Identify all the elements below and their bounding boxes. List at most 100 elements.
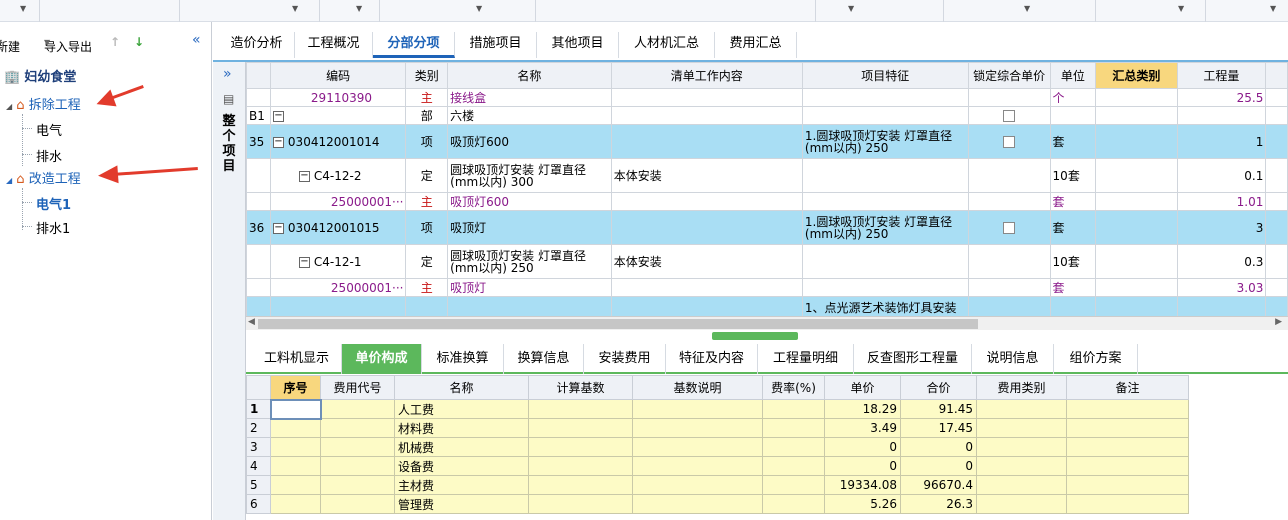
table-row[interactable]: B1 − 部 六楼 [246,106,1288,125]
move-up-icon[interactable]: ↑ [110,35,120,49]
table-row[interactable]: 35 −030412001014 项 吸顶灯600 1.圆球吸顶灯安装 灯罩直径… [246,124,1288,159]
toolbar-segment[interactable]: ▼ [816,0,944,22]
header-calc-base[interactable]: 计算基数 [528,375,633,400]
table-row[interactable]: 36 −030412001015 项 吸顶灯 1.圆球吸顶灯安装 灯罩直径(mm… [246,210,1288,245]
toolbar-segment[interactable]: ▼ [320,0,380,22]
table-row[interactable]: − C4-12-1 定 圆球吸顶灯安装 灯罩直径(mm以内) 250 本体安装 1… [246,244,1288,279]
header-type[interactable]: 类别 [405,62,449,89]
tab-labor-material-summary[interactable]: 人材机汇总 [619,32,715,58]
seq-cell[interactable] [269,398,322,420]
tree-item-drainage[interactable]: 排水 [36,146,62,165]
header-quantity[interactable]: 工程量 [1176,62,1267,89]
caret-down-icon: ▼ [0,38,2,47]
collapse-icon[interactable]: − [272,136,284,148]
code-cell[interactable]: −030412001015 [269,210,407,245]
header-total-price[interactable]: 合价 [900,375,977,400]
header-feature[interactable]: 项目特征 [801,62,969,89]
tab-graphic-quantity[interactable]: 反查图形工程量 [854,344,972,374]
collapse-panel-icon[interactable]: « [192,32,201,48]
header-fee-code[interactable]: 费用代号 [320,375,395,400]
expand-panel-icon[interactable]: » [223,66,232,82]
code-cell[interactable]: − C4-12-2 [269,158,407,193]
table-row[interactable]: 25000001··· 主 吸顶灯600 套 1.01 [246,192,1288,211]
collapse-icon[interactable]: − [272,222,284,234]
lock-price-checkbox[interactable] [1003,110,1016,122]
tab-sub-items[interactable]: 分部分项 [373,32,455,58]
table-row[interactable]: − C4-12-2 定 圆球吸顶灯安装 灯罩直径(mm以内) 300 本体安装 1… [246,158,1288,193]
scroll-right-icon[interactable]: ▶ [1275,317,1282,327]
tab-measures[interactable]: 措施项目 [455,32,537,58]
tab-features-content[interactable]: 特征及内容 [666,344,758,374]
code-cell[interactable]: −030412001014 [269,124,407,159]
collapse-icon[interactable]: − [298,170,310,182]
table-row[interactable]: 2 材料费 3.49 17.45 [246,418,1189,438]
header-fee-name[interactable]: 名称 [394,375,529,400]
toolbar-segment[interactable]: ▼ [0,0,40,22]
toolbar-segment[interactable]: ▼ [1096,0,1206,22]
toolbar-segment[interactable] [536,0,816,22]
table-row[interactable]: 6 管理费 5.26 26.3 [246,494,1189,514]
toolbar-segment[interactable]: ▼ [944,0,1096,22]
unit-price-grid: 序号 费用代号 名称 计算基数 基数说明 费率(%) 单价 合价 费用类别 备注… [246,375,1288,520]
tree-root[interactable]: 🏢 妇幼食堂 [4,66,76,85]
tree-item-drainage-1[interactable]: 排水1 [36,218,70,237]
tab-installation-cost[interactable]: 安装费用 [584,344,666,374]
tab-conversion-info[interactable]: 换算信息 [504,344,584,374]
tab-quantity-detail[interactable]: 工程量明细 [758,344,854,374]
table-row[interactable]: 1、点光源艺术装饰灯具安装 [246,296,1288,316]
table-row[interactable]: 1 人工费 18.29 91.45 [246,398,1189,420]
horizontal-scrollbar[interactable]: ◀ ▶ [246,316,1288,330]
header-remarks[interactable]: 备注 [1066,375,1189,400]
toolbar-segment[interactable]: ▼ [180,0,320,22]
scroll-left-icon[interactable]: ◀ [248,317,255,327]
toolbar-segment[interactable] [40,0,180,22]
tree-item-demolition[interactable]: ◢ ⌂ 拆除工程 [6,94,81,113]
table-row[interactable]: 4 设备费 0 0 [246,456,1189,476]
header-rate[interactable]: 费率(%) [762,375,825,400]
code-cell[interactable]: 29110390 [269,88,407,107]
tab-pricing-scheme[interactable]: 组价方案 [1054,344,1138,374]
move-down-icon[interactable]: ↓ [134,35,144,49]
toolbar-segment[interactable]: ▼ [380,0,536,22]
code-cell[interactable]: 25000001··· [269,278,407,297]
toolbar-segment[interactable]: ▼ [1206,0,1288,22]
collapse-icon[interactable]: − [272,110,284,122]
tree-item-electric[interactable]: 电气 [36,120,62,139]
table-row[interactable]: 3 机械费 0 0 [246,437,1189,457]
header-code[interactable]: 编码 [269,62,407,89]
code-cell[interactable]: − C4-12-1 [269,244,407,279]
header-unit-price[interactable]: 单价 [824,375,901,400]
tree-item-electric-1[interactable]: 电气1 [36,194,71,213]
tab-overview[interactable]: 工程概况 [295,32,373,58]
lock-price-checkbox[interactable] [1003,136,1016,148]
lock-price-checkbox[interactable] [1003,222,1016,234]
document-icon[interactable]: ▤ [223,92,234,106]
tab-cost-analysis[interactable]: 造价分析 [219,32,295,58]
table-row[interactable]: 5 主材费 19334.08 96670.4 [246,475,1189,495]
tab-other-items[interactable]: 其他项目 [537,32,619,58]
tab-unit-price-composition[interactable]: 单价构成 [342,344,422,374]
header-name[interactable]: 名称 [447,62,612,89]
whole-project-label[interactable]: 整个项目 [221,114,237,174]
expand-triangle-icon: ◢ [6,176,13,185]
code-cell[interactable]: 25000001··· [269,192,407,211]
header-lock-price[interactable]: 锁定综合单价 [967,62,1051,89]
header-base-desc[interactable]: 基数说明 [632,375,763,400]
panel-splitter[interactable] [712,332,798,340]
header-fee-category[interactable]: 费用类别 [976,375,1067,400]
scrollbar-thumb[interactable] [258,319,978,329]
header-summary-category[interactable]: 汇总类别 [1095,62,1178,89]
header-seq[interactable]: 序号 [270,375,321,400]
collapse-icon[interactable]: − [298,256,310,268]
tab-cost-summary[interactable]: 费用汇总 [715,32,797,58]
tab-description[interactable]: 说明信息 [972,344,1054,374]
table-row[interactable]: 25000001··· 主 吸顶灯 套 3.03 [246,278,1288,297]
header-work-content[interactable]: 清单工作内容 [610,62,803,89]
tab-labor-material-display[interactable]: 工料机显示 [252,344,342,374]
tree-item-renovation[interactable]: ◢ ⌂ 改造工程 [6,168,81,187]
header-unit[interactable]: 单位 [1049,62,1097,89]
tab-standard-conversion[interactable]: 标准换算 [422,344,504,374]
code-cell[interactable]: − [269,106,407,125]
annotation-arrow [111,167,198,176]
table-row[interactable]: 29110390 主 接线盒 个 25.5 [246,88,1288,107]
